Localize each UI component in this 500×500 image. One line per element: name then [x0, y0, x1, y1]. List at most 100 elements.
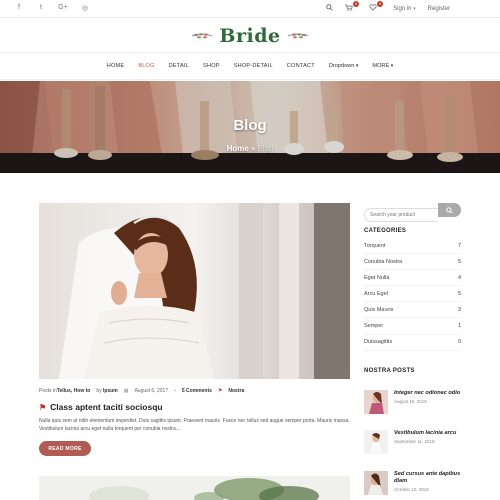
post-date: August 6, 2017 — [134, 388, 169, 394]
search-input[interactable] — [364, 208, 438, 222]
nav-home[interactable]: HOME — [107, 63, 125, 69]
post-featured-image[interactable] — [39, 203, 350, 379]
search-button[interactable] — [438, 203, 461, 217]
greenery-photo — [39, 476, 350, 500]
recent-post-info: Vestibulum lacinia arcu September 11, 20… — [394, 430, 456, 454]
category-count: 4 — [457, 274, 461, 281]
facebook-icon[interactable]: f — [14, 4, 24, 12]
heart-icon — [369, 4, 377, 11]
recent-post-title[interactable]: Vestibulum lacinia arcu — [394, 430, 456, 437]
category-name: Quis Mauris — [364, 306, 394, 313]
category-item[interactable]: Quis Mauris 3 — [364, 302, 461, 319]
recent-post-title[interactable]: Integer nec odionec odio — [394, 390, 460, 397]
nav-blog[interactable]: BLOG — [138, 63, 154, 69]
signin-link[interactable]: Sign in ▾ — [393, 6, 416, 12]
recent-post-date: October 12, 2018 — [394, 487, 429, 492]
nav-dropdown[interactable]: Dropdown ▾ — [329, 63, 359, 69]
post-meta: Posts inTellus, How to by Ipsum ▦ August… — [39, 388, 244, 394]
recent-post-item[interactable]: Sed cursus ante dapibus diam October 12,… — [364, 471, 461, 495]
calendar-icon: ▦ — [123, 388, 129, 394]
category-count: 1 — [457, 323, 461, 330]
nav-more-label: MORE — [372, 63, 390, 69]
post-tag[interactable]: Nostra — [228, 388, 244, 394]
recent-post-date: August 16, 2018 — [394, 399, 427, 404]
recent-post-info: Sed cursus ante dapibus diam October 12,… — [394, 471, 461, 495]
read-more-button[interactable]: READ MORE — [39, 441, 91, 456]
cart-button[interactable]: 0 — [345, 1, 360, 13]
sidebar-search — [364, 203, 461, 222]
signin-label: Sign in — [393, 5, 412, 12]
cart-icon — [345, 4, 353, 11]
logo-text: Bride — [219, 25, 281, 47]
chevron-down-icon: ▾ — [390, 63, 394, 69]
instagram-icon[interactable]: ◎ — [80, 4, 90, 12]
post-category-links[interactable]: Tellus, How to — [57, 388, 91, 394]
category-name: Torquent — [364, 242, 386, 249]
category-count: 5 — [457, 258, 461, 265]
by-label: by — [96, 388, 102, 394]
post-title-text: Class aptent taciti sociosqu — [50, 402, 163, 412]
category-item[interactable]: Semper 1 — [364, 318, 461, 335]
category-name: Duissagittis — [364, 339, 393, 346]
top-bar: f t G+ ◎ 0 0 Sign in ▾ Register — [0, 0, 500, 18]
register-link[interactable]: Register — [428, 6, 450, 12]
site-logo[interactable]: Bride — [0, 22, 500, 50]
breadcrumb-separator: » — [250, 144, 256, 153]
post-categories: Posts inTellus, How to — [39, 388, 90, 394]
category-item[interactable]: Arcu Eget 5 — [364, 286, 461, 303]
recent-post-title[interactable]: Sed cursus ante dapibus diam — [394, 471, 461, 485]
nav-detail[interactable]: DETAIL — [169, 63, 189, 69]
post-title[interactable]: ⚑ Class aptent taciti sociosqu — [39, 402, 163, 412]
category-count: 5 — [457, 290, 461, 297]
category-count: 0 — [457, 339, 461, 346]
recent-post-thumbnail[interactable] — [364, 471, 388, 495]
nav-more[interactable]: MORE ▾ — [372, 63, 393, 69]
category-item[interactable]: Torquent 7 — [364, 238, 461, 255]
recent-post-thumbnail[interactable] — [364, 430, 388, 454]
nav-shop-detail[interactable]: SHOP-DETAIL — [234, 63, 273, 69]
author-link[interactable]: Ipsum — [103, 388, 118, 394]
post-excerpt: Nulla quis sem at nibh elementum imperdi… — [39, 418, 350, 432]
comments-link[interactable]: 5 Comments — [182, 388, 212, 394]
posted-in-prefix: Posts in — [39, 388, 57, 394]
flag-icon: ⚑ — [39, 402, 47, 412]
bride-thumbnail — [364, 390, 388, 414]
breadcrumb-home[interactable]: Home — [227, 144, 249, 153]
search-icon — [446, 206, 453, 214]
bride-thumbnail — [364, 430, 388, 454]
top-actions: 0 0 Sign in ▾ Register — [326, 1, 450, 13]
categories-heading: CATEGORIES — [364, 228, 407, 234]
breadcrumb-current: Blog — [257, 144, 274, 153]
social-links: f t G+ ◎ — [14, 4, 90, 12]
chevron-down-icon: ▾ — [413, 5, 416, 12]
nav-dropdown-label: Dropdown — [328, 63, 355, 69]
twitter-icon[interactable]: t — [36, 4, 46, 12]
category-count: 7 — [457, 242, 461, 249]
search-icon[interactable] — [326, 4, 333, 13]
wishlist-count-badge: 0 — [377, 1, 384, 7]
recent-post-item[interactable]: Vestibulum lacinia arcu September 11, 20… — [364, 430, 461, 454]
category-name: Conubia Nostra — [364, 258, 403, 265]
leaf-ornament-left-icon — [192, 33, 213, 39]
page-title: Blog — [233, 117, 267, 134]
wishlist-button[interactable]: 0 — [369, 1, 384, 13]
category-item[interactable]: Conubia Nostra 5 — [364, 254, 461, 271]
category-name: Eget Nulla — [364, 274, 390, 281]
chevron-down-icon: ▾ — [355, 63, 359, 69]
recent-post-date: September 11, 2018 — [394, 439, 435, 444]
category-item[interactable]: Eget Nulla 4 — [364, 270, 461, 287]
google-plus-icon[interactable]: G+ — [58, 4, 68, 12]
cart-count-badge: 0 — [353, 1, 360, 7]
next-post-image[interactable] — [39, 476, 350, 500]
category-name: Arcu Eget — [364, 290, 389, 297]
recent-post-item[interactable]: Integer nec odionec odio August 16, 2018 — [364, 390, 461, 414]
comment-icon: ▪ — [174, 388, 176, 394]
post-author: by Ipsum — [96, 388, 117, 394]
flag-icon: ⚑ — [217, 388, 223, 394]
recent-post-info: Integer nec odionec odio August 16, 2018 — [394, 390, 460, 414]
category-item[interactable]: Duissagittis 0 — [364, 335, 461, 351]
nav-contact[interactable]: CONTACT — [287, 63, 315, 69]
category-count: 3 — [457, 306, 461, 313]
recent-post-thumbnail[interactable] — [364, 390, 388, 414]
nav-shop[interactable]: SHOP — [203, 63, 220, 69]
